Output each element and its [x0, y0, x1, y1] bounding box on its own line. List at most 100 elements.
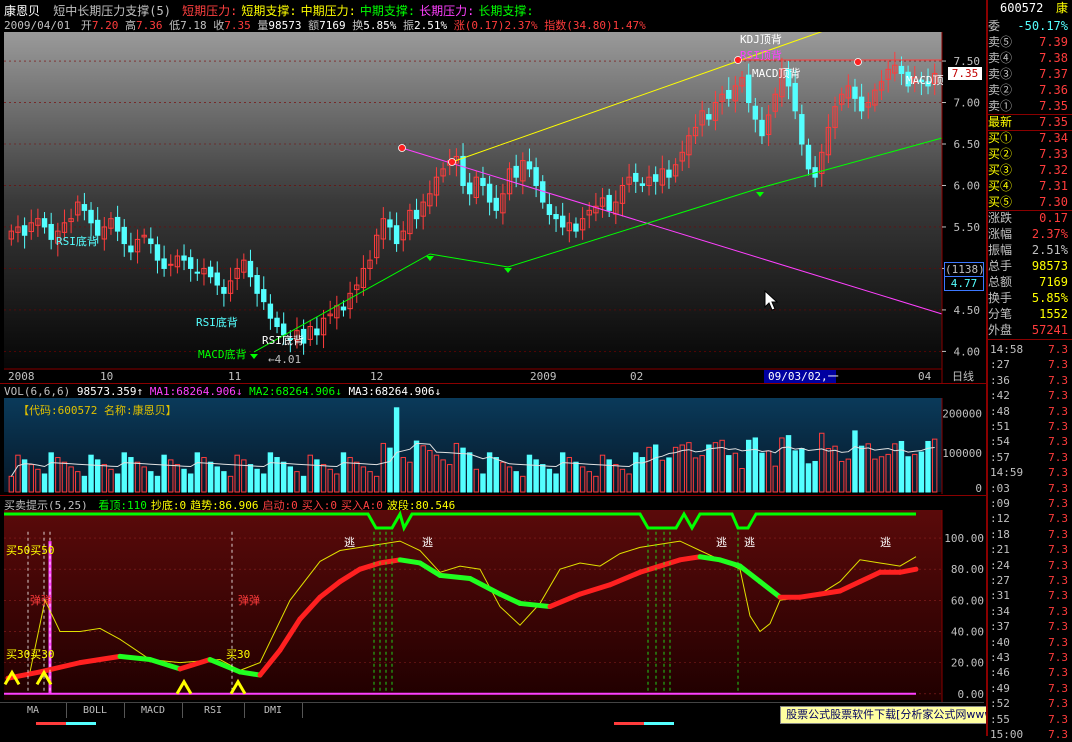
bid-level-label: 买① [988, 131, 1013, 145]
indicator-line-labels: 短期压力: 短期支撑: 中期压力: 中期支撑: 长期压力: 长期支撑: [178, 4, 533, 18]
tick-price: 7.3 [1048, 558, 1068, 572]
tick-row[interactable]: :57 7.3 [988, 450, 1070, 465]
volume-bar [466, 452, 473, 493]
tick-row[interactable]: 14:58 7.3 [988, 342, 1070, 357]
candle-body [261, 289, 267, 303]
tick-row[interactable]: :51 7.3 [988, 419, 1070, 434]
tick-row[interactable]: :52 7.3 [988, 696, 1070, 711]
tick-row[interactable]: :46 7.3 [988, 665, 1070, 680]
signal-chart[interactable]: 100.00 80.00 60.00 40.00 20.00 0.00 [0, 510, 986, 702]
status-cyan-bar-2 [644, 722, 674, 725]
candle-body [148, 238, 154, 245]
quote-stat-value: 57241 [1031, 323, 1068, 337]
latest-price[interactable]: 最新 7.35 [988, 114, 1070, 130]
indicator-title[interactable]: 短中长期压力支撑(5) [53, 4, 171, 18]
ask-level[interactable]: 卖① 7.35 [988, 98, 1070, 114]
candle-body [181, 255, 187, 261]
price-axis: 7.507.006.506.005.505.004.504.00 [941, 32, 980, 384]
escape-signal-2: 逃 [422, 536, 433, 549]
quote-stat[interactable]: 总手 98573 [988, 258, 1070, 274]
quote-stat[interactable]: 总额 7169 [988, 274, 1070, 290]
volume-bar [187, 473, 194, 493]
tick-row[interactable]: :36 7.3 [988, 373, 1070, 388]
tick-row[interactable]: 15:00 7.3 [988, 727, 1070, 742]
tick-row[interactable]: :42 7.3 [988, 388, 1070, 403]
tick-row[interactable]: :12 7.3 [988, 511, 1070, 526]
ma1-label: MA1: [149, 385, 177, 398]
tab-macd[interactable]: MACD [124, 703, 183, 719]
tick-row[interactable]: :34 7.3 [988, 604, 1070, 619]
rsi-bottom-divergence-3: RSI底背 [262, 334, 304, 347]
candle-body [81, 204, 88, 211]
quote-stat[interactable]: 分笔 1552 [988, 306, 1070, 322]
volume-bar [666, 457, 672, 493]
status-red-bar [36, 722, 66, 725]
tick-row[interactable]: :37 7.3 [988, 619, 1070, 634]
bid-level[interactable]: 买④ 7.31 [988, 178, 1070, 194]
quote-stat[interactable]: 涨幅 2.37% [988, 226, 1070, 242]
tick-row[interactable]: :09 7.3 [988, 496, 1070, 511]
tick-row[interactable]: :49 7.3 [988, 681, 1070, 696]
tick-row[interactable]: :43 7.3 [988, 650, 1070, 665]
quote-stat-label: 换手 [988, 291, 1013, 305]
low-label: 低 [169, 19, 181, 32]
change-label: 涨 [453, 19, 465, 32]
quote-stat[interactable]: 换手 5.85% [988, 290, 1070, 306]
candle-body [88, 209, 94, 224]
ask-level[interactable]: 卖④ 7.38 [988, 50, 1070, 66]
period-label[interactable]: 日线 [952, 370, 974, 383]
volume-bar [606, 459, 612, 493]
bid-level-value: 7.34 [1039, 131, 1068, 145]
stock-info-label: 【代码:600572 名称:康恩贝】 [18, 404, 177, 417]
tick-row[interactable]: :54 7.3 [988, 434, 1070, 449]
volume-tick-label: 0 [975, 482, 982, 494]
quote-panel: 600572 康 委 -50.17% 卖⑤ 7.39 卖④ 7.38 卖③ 7.37 卖② 7… [986, 0, 1072, 741]
bid-level[interactable]: 买③ 7.32 [988, 162, 1070, 178]
date-tick-label: 10 [100, 370, 113, 383]
tick-row[interactable]: :27 7.3 [988, 573, 1070, 588]
band-line-segment [117, 653, 153, 663]
tick-row[interactable]: 14:59 7.3 [988, 465, 1070, 480]
quote-stat-label: 分笔 [988, 307, 1013, 321]
ask-level[interactable]: 卖⑤ 7.39 [988, 34, 1070, 50]
tick-row[interactable]: :24 7.3 [988, 558, 1070, 573]
tick-price: 7.3 [1048, 728, 1068, 741]
quote-stat-label: 总手 [988, 259, 1013, 273]
date-tick-label: 2008 [8, 370, 35, 383]
candle-body [194, 271, 201, 274]
tick-row[interactable]: :27 7.3 [988, 357, 1070, 372]
price-chart[interactable]: 7.507.006.506.005.505.004.504.00 2008101… [0, 32, 986, 384]
candle-body [652, 174, 659, 182]
tick-row[interactable]: :21 7.3 [988, 542, 1070, 557]
quote-stat[interactable]: 涨跌 0.17 [988, 210, 1070, 226]
volume-bar [559, 452, 566, 493]
volume-title[interactable]: VOL(6,6,6) [4, 385, 70, 398]
tab-dmi[interactable]: DMI [244, 703, 303, 719]
indicator-line-label: 长期支撑: [478, 4, 534, 18]
quote-stat[interactable]: 振幅 2.51% [988, 242, 1070, 258]
bid-level[interactable]: 买② 7.33 [988, 146, 1070, 162]
tab-rsi[interactable]: RSI [182, 703, 245, 719]
tick-row[interactable]: :48 7.3 [988, 404, 1070, 419]
tick-row[interactable]: :03 7.3 [988, 481, 1070, 496]
tick-row[interactable]: :55 7.3 [988, 712, 1070, 727]
tab-boll[interactable]: BOLL [66, 703, 125, 719]
band-line-segment [677, 554, 703, 563]
volume-bar [393, 407, 400, 493]
bid-level[interactable]: 买⑤ 7.30 [988, 194, 1070, 210]
volume-bar [41, 473, 48, 493]
current-price-tag: 7.35 [948, 67, 982, 80]
bid-level[interactable]: 买① 7.34 [988, 130, 1070, 146]
candle-body [726, 89, 732, 99]
candle-body [207, 266, 214, 278]
ask-level[interactable]: 卖③ 7.37 [988, 66, 1070, 82]
tick-price: 7.3 [1048, 497, 1068, 510]
tick-row[interactable]: :31 7.3 [988, 588, 1070, 603]
tick-row[interactable]: :40 7.3 [988, 635, 1070, 650]
ask-level[interactable]: 卖② 7.36 [988, 82, 1070, 98]
separator-signal [0, 495, 986, 496]
quote-stat[interactable]: 外盘 57241 [988, 322, 1070, 338]
tick-row[interactable]: :18 7.3 [988, 527, 1070, 542]
volume-bar [48, 452, 54, 493]
tab-ma[interactable]: MA [0, 703, 67, 719]
